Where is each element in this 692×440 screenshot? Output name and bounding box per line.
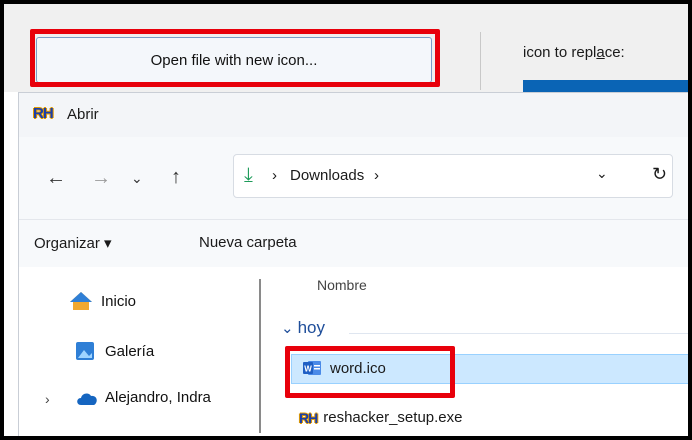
sidebar-item-label: Inicio bbox=[101, 292, 137, 310]
file-row-reshacker-setup[interactable]: RH reshacker_setup.exe bbox=[299, 409, 462, 426]
sidebar-item-label: Alejandro, Indra bbox=[105, 389, 211, 406]
recent-chevron-down-icon[interactable]: ⌄ bbox=[131, 168, 143, 188]
group-label: hoy bbox=[297, 318, 325, 337]
gallery-icon bbox=[76, 342, 94, 360]
cloud-icon bbox=[77, 393, 97, 405]
highlight-word-ico bbox=[285, 346, 455, 398]
new-folder-button[interactable]: Nueva carpeta bbox=[199, 234, 297, 251]
dialog-title: Abrir bbox=[67, 106, 99, 123]
highlight-open-button bbox=[30, 29, 440, 87]
dialog-titlebar: RH Abrir bbox=[19, 93, 689, 138]
dialog-toolbar: Organizar ▾ Nueva carpeta bbox=[19, 219, 689, 269]
organize-menu-button[interactable]: Organizar ▾ bbox=[34, 234, 112, 252]
downloads-folder-icon: ⤓ bbox=[244, 164, 253, 186]
icon-to-replace-label: icon to replace: bbox=[523, 44, 625, 61]
sidebar-item-onedrive[interactable]: Alejandro, Indra bbox=[75, 389, 211, 406]
breadcrumb-downloads[interactable]: Downloads bbox=[290, 167, 364, 184]
address-bar[interactable]: ⤓ › Downloads › ⌄ ↻ bbox=[233, 154, 673, 198]
group-collapse-chevron-icon: ⌄ bbox=[281, 320, 294, 337]
column-header-nombre[interactable]: Nombre bbox=[317, 277, 367, 293]
panel-divider bbox=[480, 32, 481, 90]
refresh-icon[interactable]: ↻ bbox=[652, 164, 667, 185]
forward-arrow-icon[interactable]: → bbox=[91, 168, 111, 188]
sidebar-item-galeria[interactable]: Galería bbox=[75, 341, 154, 361]
navigation-bar: ← → ⌄ ↑ ⤓ › Downloads › ⌄ ↻ bbox=[19, 137, 689, 219]
sidebar-item-label: Galería bbox=[105, 342, 155, 360]
reshacker-logo-icon: RH bbox=[33, 105, 54, 122]
group-header-rule bbox=[349, 333, 689, 334]
breadcrumb-separator: › bbox=[272, 167, 277, 184]
address-dropdown-chevron-icon[interactable]: ⌄ bbox=[596, 165, 608, 182]
file-name: reshacker_setup.exe bbox=[323, 409, 463, 426]
home-icon bbox=[70, 292, 92, 310]
back-arrow-icon[interactable]: ← bbox=[46, 168, 66, 188]
group-header-hoy[interactable]: ⌄ hoy bbox=[281, 318, 325, 338]
up-arrow-icon[interactable]: ↑ bbox=[171, 167, 181, 187]
sidebar-item-inicio[interactable]: Inicio bbox=[69, 291, 136, 311]
expand-chevron-icon[interactable]: › bbox=[45, 391, 50, 407]
breadcrumb-trailing-separator[interactable]: › bbox=[374, 167, 379, 184]
sidebar-splitter[interactable] bbox=[259, 279, 261, 433]
reshacker-icon: RH bbox=[299, 409, 318, 426]
